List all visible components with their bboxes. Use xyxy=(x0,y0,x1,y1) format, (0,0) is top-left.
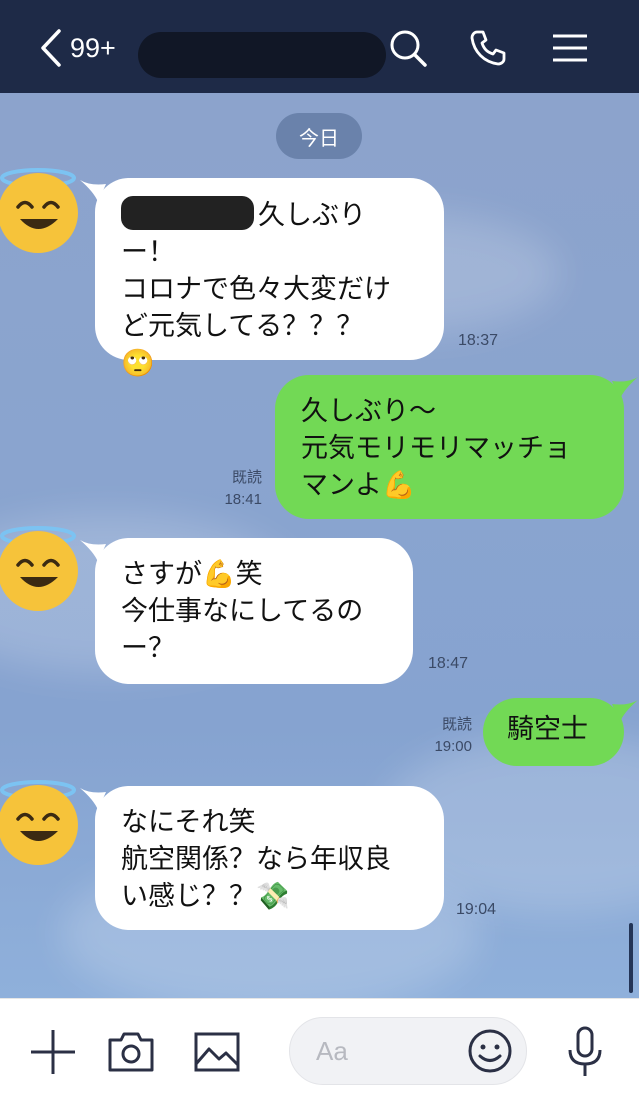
menu-button[interactable] xyxy=(550,28,590,68)
voice-button[interactable] xyxy=(560,1026,610,1077)
search-button[interactable] xyxy=(388,28,428,68)
read-receipt: 既読 19:00 xyxy=(434,716,472,755)
message-bubble-incoming[interactable]: なにそれ笑 航空関係？なら年収良 い感じ？？💸 xyxy=(95,786,444,930)
date-separator: 今日 xyxy=(276,113,362,159)
redacted-chat-name xyxy=(138,32,386,78)
message-time: 19:04 xyxy=(456,901,497,918)
bubble-tail xyxy=(612,700,638,722)
image-button[interactable] xyxy=(192,1027,242,1077)
avatar-smiling-halo-icon[interactable] xyxy=(0,521,80,611)
flexed-biceps-emoji: 💪 xyxy=(382,470,416,501)
camera-icon xyxy=(108,1032,154,1072)
microphone-icon xyxy=(568,1026,602,1076)
message-bubble-incoming[interactable]: さすが💪笑 今仕事なにしてるの ー？ xyxy=(95,538,413,684)
message-input[interactable]: Aa xyxy=(289,1017,527,1085)
chat-header: 99+ xyxy=(0,0,639,93)
avatar-smiling-halo-icon[interactable] xyxy=(0,163,80,253)
camera-button[interactable] xyxy=(106,1027,156,1077)
image-icon xyxy=(194,1032,240,1072)
message-input-placeholder: Aa xyxy=(316,1036,348,1066)
back-button[interactable]: 99+ xyxy=(40,28,140,68)
plus-icon xyxy=(31,1030,75,1074)
money-with-wings-emoji: 💸 xyxy=(256,881,290,912)
avatar-smiling-halo-icon[interactable] xyxy=(0,775,80,865)
redacted-name xyxy=(121,196,254,230)
read-receipt: 既読 18:41 xyxy=(224,469,262,508)
message-bubble-outgoing[interactable]: 久しぶり〜 元気モリモリマッチョ マンよ💪 xyxy=(275,375,624,519)
composer-bar: Aa xyxy=(0,998,639,1100)
message-time: 18:37 xyxy=(458,332,499,349)
message-bubble-outgoing[interactable]: 騎空士 xyxy=(483,698,624,766)
back-chevron-icon xyxy=(41,29,61,67)
chat-area[interactable]: 今日 久しぶりー！ コロナで色々大変だけ ど元気してる？？？ 🙄 18:37 既… xyxy=(0,93,639,998)
message-time: 18:47 xyxy=(428,655,469,672)
flexed-biceps-emoji: 💪 xyxy=(202,559,236,590)
phone-icon xyxy=(470,30,506,66)
emoji-icon[interactable] xyxy=(466,1027,514,1075)
add-button[interactable] xyxy=(28,1027,78,1077)
call-button[interactable] xyxy=(468,28,508,68)
menu-icon xyxy=(553,34,587,62)
message-bubble-incoming[interactable]: 久しぶりー！ コロナで色々大変だけ ど元気してる？？？ 🙄 xyxy=(95,178,444,379)
scrollbar[interactable] xyxy=(629,923,633,993)
search-icon xyxy=(390,30,427,67)
bubble-tail xyxy=(612,377,638,399)
unread-count: 99+ xyxy=(70,32,116,63)
